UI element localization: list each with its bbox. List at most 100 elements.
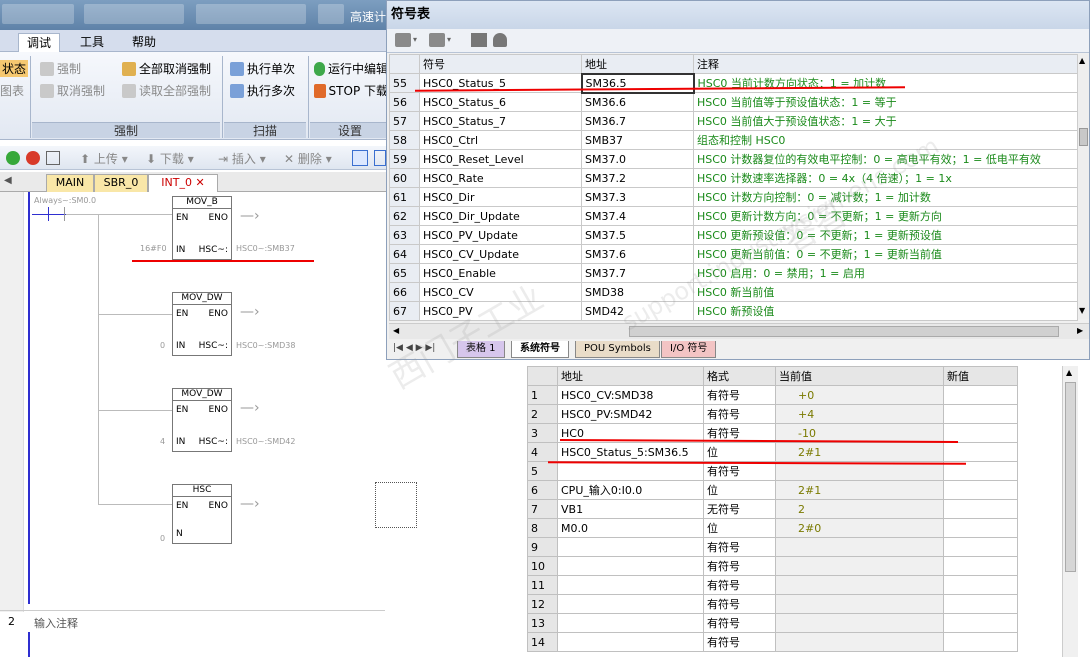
multi-scan-icon xyxy=(230,83,244,98)
mov-dw-block-pv[interactable]: MOV_DW EN ENO IN HSC~: xyxy=(172,388,232,452)
header-address[interactable]: 地址 xyxy=(581,54,694,74)
insert-button[interactable]: ⇥ 插入 ▾ xyxy=(218,150,266,167)
table-row[interactable]: 61 HSC0_Dir SM37.3 HSC0 计数方向控制：0 = 减计数；1 = … xyxy=(389,187,1078,207)
toolbar-overflow-icon[interactable] xyxy=(374,150,386,166)
table-row[interactable]: 60 HSC0_Rate SM37.2 HSC0 计数速率选择器：0 = 4x（4 倍… xyxy=(389,168,1078,188)
scroll-up-icon[interactable]: ▲ xyxy=(1079,56,1085,65)
tab-help[interactable]: 帮助 xyxy=(124,33,164,52)
header-symbol[interactable]: 符号 xyxy=(419,54,582,74)
tab-main[interactable]: MAIN xyxy=(46,174,94,192)
chart-row[interactable]: 9 有符号 xyxy=(527,537,1018,557)
chart-row[interactable]: 13 有符号 xyxy=(527,613,1018,633)
operand-in[interactable]: 0 xyxy=(160,534,165,543)
table-row[interactable]: 63 HSC0_PV_Update SM37.5 HSC0 更新预设值：0 = 不更新… xyxy=(389,225,1078,245)
table-row[interactable]: 62 HSC0_Dir_Update SM37.4 HSC0 更新计数方向：0 = 不… xyxy=(389,206,1078,226)
taskbar-item[interactable] xyxy=(2,4,74,24)
sheet-tab-pou-symbols[interactable]: POU Symbols xyxy=(575,341,660,358)
dropdown-arrow-icon[interactable]: ▾ xyxy=(413,35,417,44)
chart-row[interactable]: 8 M0.0 位 2#0 xyxy=(527,518,1018,538)
dropdown-arrow-icon[interactable]: ▾ xyxy=(447,35,451,44)
upload-button[interactable]: ⬆ 上传 ▾ xyxy=(80,150,128,167)
chart-scrollbar[interactable]: ▲ xyxy=(1062,366,1078,657)
chart-row[interactable]: 14 有符号 xyxy=(527,632,1018,652)
run-icon[interactable] xyxy=(6,151,20,165)
operand-out[interactable]: HSC0~:SMD38 xyxy=(236,341,296,350)
ladder-editor[interactable]: Always~:SM0.0 MOV_B EN ENO IN HSC~: 16#F… xyxy=(0,192,417,657)
operand-in[interactable]: 4 xyxy=(160,437,165,446)
unforce-button[interactable]: 取消强制 xyxy=(40,82,105,99)
run-edit-button[interactable]: 运行中编辑 xyxy=(314,60,388,77)
scroll-thumb[interactable] xyxy=(1079,128,1088,146)
scroll-left-icon[interactable]: ◀ xyxy=(393,326,399,335)
scroll-right-icon[interactable]: ▶ xyxy=(1077,326,1083,335)
tab-int0[interactable]: INT_0 ✕ xyxy=(148,174,218,192)
stop-icon[interactable] xyxy=(26,151,40,165)
vertical-scrollbar[interactable]: ▲ ▼ xyxy=(1077,54,1089,319)
chart-button[interactable]: 图表 xyxy=(0,82,24,99)
taskbar-item[interactable] xyxy=(196,4,306,24)
chart-row[interactable]: 10 有符号 xyxy=(527,556,1018,576)
divider xyxy=(30,56,31,138)
table-row[interactable]: 57 HSC0_Status_7 SM36.7 HSC0 当前值大于预设值状态：1 =… xyxy=(389,111,1078,131)
rung-wire xyxy=(66,214,172,215)
hsc-block[interactable]: HSC EN ENO N xyxy=(172,484,232,544)
table-row[interactable]: 58 HSC0_Ctrl SMB37 组态和控制 HSC0 xyxy=(389,130,1078,150)
delete-symbol-icon[interactable] xyxy=(429,33,445,47)
table-icon[interactable] xyxy=(471,33,487,47)
header-comment[interactable]: 注释 xyxy=(693,54,1078,74)
table-row[interactable]: 56 HSC0_Status_6 SM36.6 HSC0 当前值等于预设值状态：1 =… xyxy=(389,92,1078,112)
scroll-down-icon[interactable]: ▼ xyxy=(1079,306,1085,315)
stop-download-button[interactable]: STOP 下载 xyxy=(314,82,388,99)
sheet-tab-system-symbols[interactable]: 系统符号 xyxy=(511,341,569,358)
user-icon[interactable] xyxy=(493,33,507,47)
execute-single-button[interactable]: 执行单次 xyxy=(230,60,295,77)
operand-in[interactable]: 0 xyxy=(160,341,165,350)
sheet-tab-io-symbols[interactable]: I/O 符号 xyxy=(661,341,717,358)
read-all-forced-button[interactable]: 读取全部强制 xyxy=(122,82,211,99)
status-button[interactable]: 状态 xyxy=(0,60,29,77)
tabs-left-arrow[interactable]: ◀ xyxy=(4,175,12,186)
header-address[interactable]: 地址 xyxy=(557,366,704,386)
close-tab-icon[interactable]: ✕ xyxy=(195,176,204,189)
chart-row[interactable]: 1 HSC0_CV:SMD38 有符号 +0 xyxy=(527,385,1018,405)
monitor-icon[interactable] xyxy=(352,150,368,166)
operand-out[interactable]: HSC0~:SMD42 xyxy=(236,437,296,446)
cell-cursor[interactable] xyxy=(375,482,417,528)
power-rail xyxy=(28,192,30,604)
chart-row[interactable]: 4 HSC0_Status_5:SM36.5 位 2#1 xyxy=(527,442,1018,462)
header-new-value[interactable]: 新值 xyxy=(943,366,1018,386)
force-button[interactable]: 强制 xyxy=(40,60,81,77)
mov-dw-block-cv[interactable]: MOV_DW EN ENO IN HSC~: xyxy=(172,292,232,356)
chart-row[interactable]: 11 有符号 xyxy=(527,575,1018,595)
tab-debug[interactable]: 调试 xyxy=(18,33,61,52)
download-button[interactable]: ⬇ 下载 ▾ xyxy=(146,150,194,167)
header-current-value[interactable]: 当前值 xyxy=(775,366,944,386)
tab-tools[interactable]: 工具 xyxy=(72,33,112,52)
operand-in[interactable]: 16#F0 xyxy=(140,244,167,253)
scroll-up-icon[interactable]: ▲ xyxy=(1066,368,1072,377)
mov-b-block[interactable]: MOV_B EN ENO IN HSC~: xyxy=(172,196,232,260)
chart-row[interactable]: 7 VB1 无符号 2 xyxy=(527,499,1018,519)
header-format[interactable]: 格式 xyxy=(703,366,776,386)
edit-icon[interactable] xyxy=(46,151,60,165)
add-symbol-icon[interactable] xyxy=(395,33,411,47)
scroll-thumb[interactable] xyxy=(1065,382,1076,572)
eno-arrow-icon: —› xyxy=(240,304,260,320)
tab-sbr0[interactable]: SBR_0 xyxy=(94,174,148,192)
table-header: 符号 地址 注释 xyxy=(389,54,1078,74)
symbol-table: 符号 地址 注释 55 HSC0_Status_5 SM36.5 HSC0 当前计数方… xyxy=(389,54,1078,321)
table-row[interactable]: 59 HSC0_Reset_Level SM37.0 HSC0 计数器复位的有效电平控… xyxy=(389,149,1078,169)
unforce-all-button[interactable]: 全部取消强制 xyxy=(122,60,211,77)
network-comment[interactable]: 输入注释 xyxy=(34,615,78,631)
eno-arrow-icon: —› xyxy=(240,496,260,512)
scroll-thumb[interactable] xyxy=(629,326,1059,337)
chart-row[interactable]: 12 有符号 xyxy=(527,594,1018,614)
chart-row[interactable]: 2 HSC0_PV:SMD42 有符号 +4 xyxy=(527,404,1018,424)
header-num xyxy=(527,366,558,386)
taskbar-item[interactable] xyxy=(318,4,344,24)
delete-button[interactable]: ✕ 删除 ▾ xyxy=(284,150,332,167)
chart-row[interactable]: 6 CPU_输入0:I0.0 位 2#1 xyxy=(527,480,1018,500)
execute-multi-button[interactable]: 执行多次 xyxy=(230,82,295,99)
operand-out[interactable]: HSC0~:SMB37 xyxy=(236,244,295,253)
taskbar-item[interactable] xyxy=(84,4,184,24)
